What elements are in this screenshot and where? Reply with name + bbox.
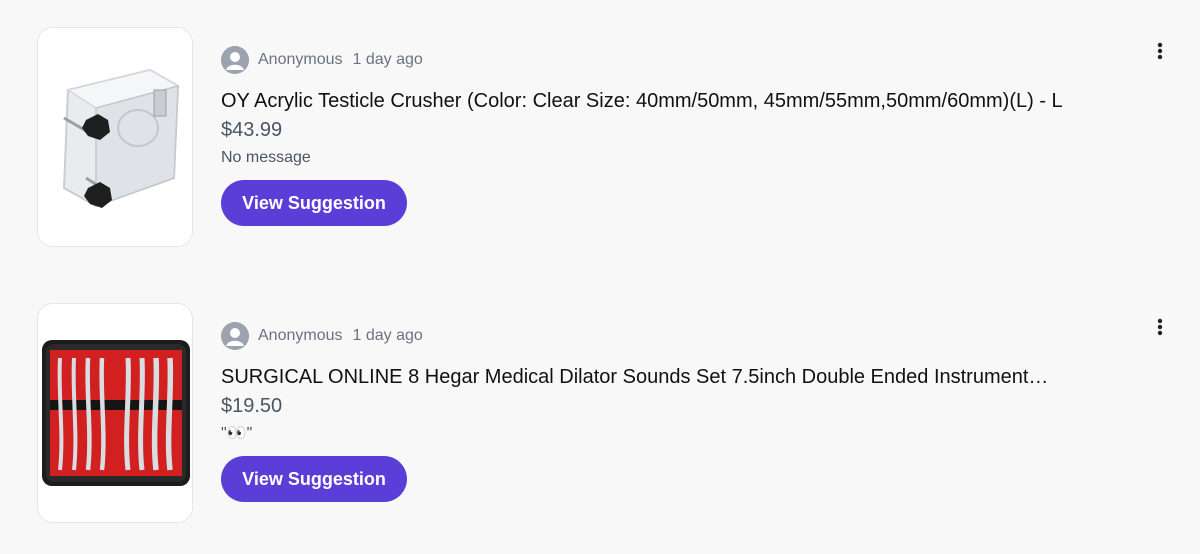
- user-avatar-icon: [221, 322, 249, 350]
- view-suggestion-button[interactable]: View Suggestion: [221, 180, 407, 226]
- suggestion-card: Anonymous 1 day ago SURGICAL ONLINE 8 He…: [0, 303, 1200, 533]
- user-avatar-icon: [221, 46, 249, 74]
- product-image[interactable]: [37, 303, 193, 523]
- product-title[interactable]: SURGICAL ONLINE 8 Hegar Medical Dilator …: [221, 364, 1181, 390]
- post-meta: Anonymous 1 day ago: [221, 46, 423, 74]
- suggestion-card: Anonymous 1 day ago OY Acrylic Testicle …: [0, 27, 1200, 257]
- view-suggestion-button[interactable]: View Suggestion: [221, 456, 407, 502]
- more-vertical-icon[interactable]: [1148, 315, 1172, 339]
- author-name: Anonymous: [258, 51, 343, 68]
- post-time: 1 day ago: [352, 327, 423, 344]
- product-price: $43.99: [221, 119, 283, 141]
- author-name: Anonymous: [258, 327, 343, 344]
- product-title[interactable]: OY Acrylic Testicle Crusher (Color: Clea…: [221, 88, 1181, 114]
- suggestion-message: "👀": [221, 425, 253, 442]
- product-price: $19.50: [221, 395, 283, 417]
- product-image[interactable]: [37, 27, 193, 247]
- suggestion-feed: Anonymous 1 day ago OY Acrylic Testicle …: [0, 0, 1200, 554]
- post-meta: Anonymous 1 day ago: [221, 322, 423, 350]
- post-time: 1 day ago: [352, 51, 423, 68]
- more-vertical-icon[interactable]: [1148, 39, 1172, 63]
- suggestion-message: No message: [221, 149, 311, 166]
